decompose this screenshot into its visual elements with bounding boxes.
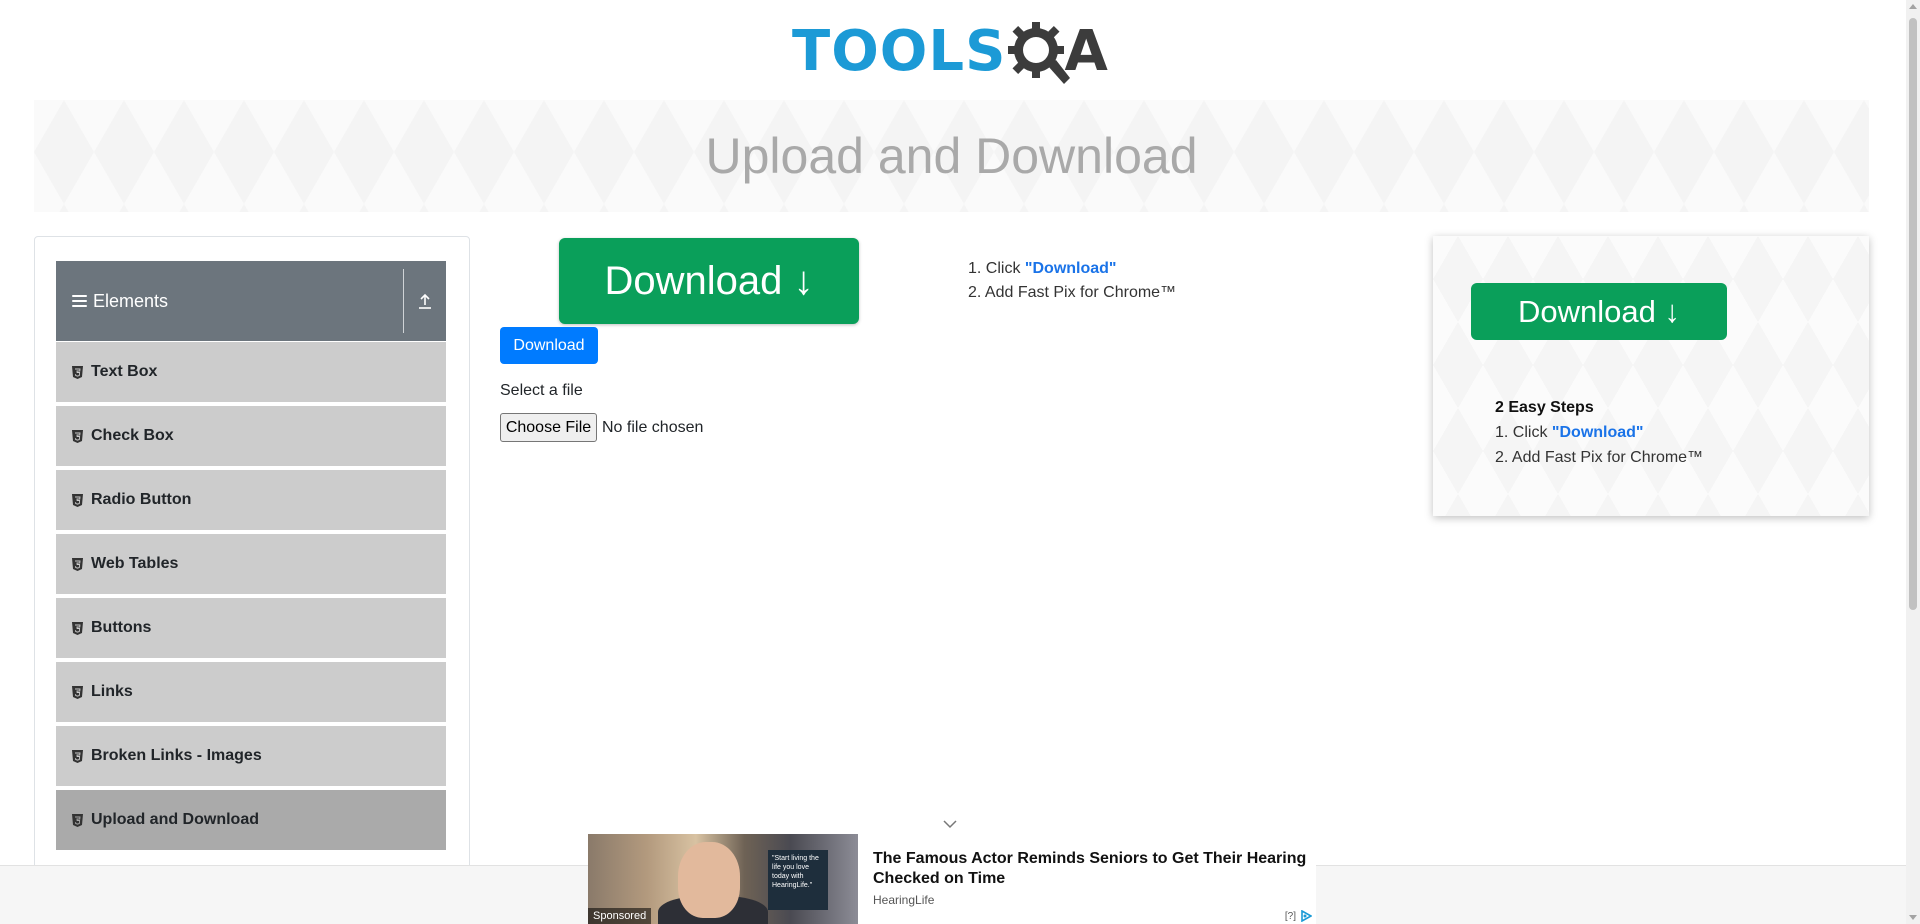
sidebar-item-buttons[interactable]: Buttons [56, 598, 446, 660]
hamburger-icon [72, 293, 87, 309]
html5-icon [72, 813, 83, 827]
sidebar-item-label: Links [91, 683, 133, 700]
side-ad-steps: 2 Easy Steps 1. Click "Download" 2. Add … [1495, 395, 1703, 470]
sidebar-item-label: Web Tables [91, 555, 179, 572]
logo-letter: A [1064, 19, 1108, 84]
html5-icon [72, 621, 83, 635]
promo-step-1: 1. Click "Download" [968, 260, 1117, 277]
page-title: Upload and Download [705, 128, 1198, 184]
promo-download-button[interactable]: Download ↓ [559, 238, 859, 324]
scroll-up-arrow-icon[interactable] [1909, 4, 1917, 9]
sidebar-item-check-box[interactable]: Check Box [56, 406, 446, 468]
sidebar-item-radio-button[interactable]: Radio Button [56, 470, 446, 532]
logo-text: TOOLS [792, 19, 1007, 84]
sidebar-item-label: Broken Links - Images [91, 747, 262, 764]
sidebar-group-elements[interactable]: Elements [56, 261, 446, 341]
sidebar-item-broken-links-images[interactable]: Broken Links - Images [56, 726, 446, 788]
download-button[interactable]: Download [500, 327, 598, 364]
side-ad-download-button[interactable]: Download ↓ [1471, 283, 1727, 340]
promo-step-1-link[interactable]: "Download" [1025, 260, 1117, 277]
promo-step-2: 2. Add Fast Pix for Chrome™ [968, 284, 1177, 301]
ad-headline[interactable]: The Famous Actor Reminds Seniors to Get … [873, 849, 1316, 889]
side-ad-step-2: 2. Add Fast Pix for Chrome™ [1495, 449, 1704, 466]
collapse-up-icon[interactable] [404, 261, 446, 341]
chevron-down-icon[interactable] [942, 818, 958, 830]
html5-icon [72, 365, 83, 379]
upload-file-input[interactable]: Choose File No file chosen [500, 413, 703, 442]
sidebar-item-text-box[interactable]: Text Box [56, 342, 446, 404]
bottom-ad[interactable]: "Start living the life you love today wi… [588, 834, 1316, 924]
ad-photo-note: "Start living the life you love today wi… [768, 850, 828, 910]
sidebar-item-label: Upload and Download [91, 811, 259, 828]
page-banner: Upload and Download [34, 100, 1869, 212]
scroll-thumb[interactable] [1909, 18, 1917, 610]
sidebar-item-links[interactable]: Links [56, 662, 446, 724]
ad-photo-face [678, 842, 740, 918]
adchoices-icon[interactable] [1300, 910, 1312, 922]
html5-icon [72, 749, 83, 763]
file-status: No file chosen [602, 418, 704, 436]
sidebar-menu: Text Box Check Box Radio Button Web Tabl… [56, 342, 446, 854]
side-ad-step-1-link[interactable]: "Download" [1552, 424, 1644, 441]
select-file-label: Select a file [500, 382, 583, 399]
page-scrollbar[interactable] [1906, 0, 1920, 924]
sidebar-item-label: Radio Button [91, 491, 192, 508]
sponsored-label: Sponsored [588, 908, 652, 924]
html5-icon [72, 429, 83, 443]
ad-choice-label[interactable]: [?] [1285, 911, 1296, 922]
toolsqa-logo[interactable]: TOOLS A [792, 14, 1108, 90]
sidebar-item-upload-and-download[interactable]: Upload and Download [56, 790, 446, 852]
ad-photo[interactable]: "Start living the life you love today wi… [588, 834, 858, 924]
html5-icon [72, 493, 83, 507]
sidebar-item-web-tables[interactable]: Web Tables [56, 534, 446, 596]
sidebar-item-label: Text Box [91, 363, 158, 380]
side-ad-heading: 2 Easy Steps [1495, 399, 1594, 416]
html5-icon [72, 685, 83, 699]
ad-body[interactable]: The Famous Actor Reminds Seniors to Get … [858, 834, 1316, 924]
group-title-label: Elements [93, 290, 169, 311]
choose-file-button[interactable]: Choose File [500, 413, 597, 442]
group-title[interactable]: Elements [56, 291, 403, 312]
side-ad-card: Download ↓ 2 Easy Steps 1. Click "Downlo… [1433, 236, 1869, 516]
ad-source: HearingLife [873, 893, 935, 907]
html5-icon [72, 557, 83, 571]
sidebar-item-label: Buttons [91, 619, 152, 636]
ad-choices[interactable]: [?] [1285, 910, 1312, 922]
scroll-down-arrow-icon[interactable] [1909, 915, 1917, 920]
promo-steps: 1. Click "Download" 2. Add Fast Pix for … [968, 257, 1176, 305]
sidebar-item-label: Check Box [91, 427, 174, 444]
side-ad-step-1: 1. Click "Download" [1495, 424, 1644, 441]
